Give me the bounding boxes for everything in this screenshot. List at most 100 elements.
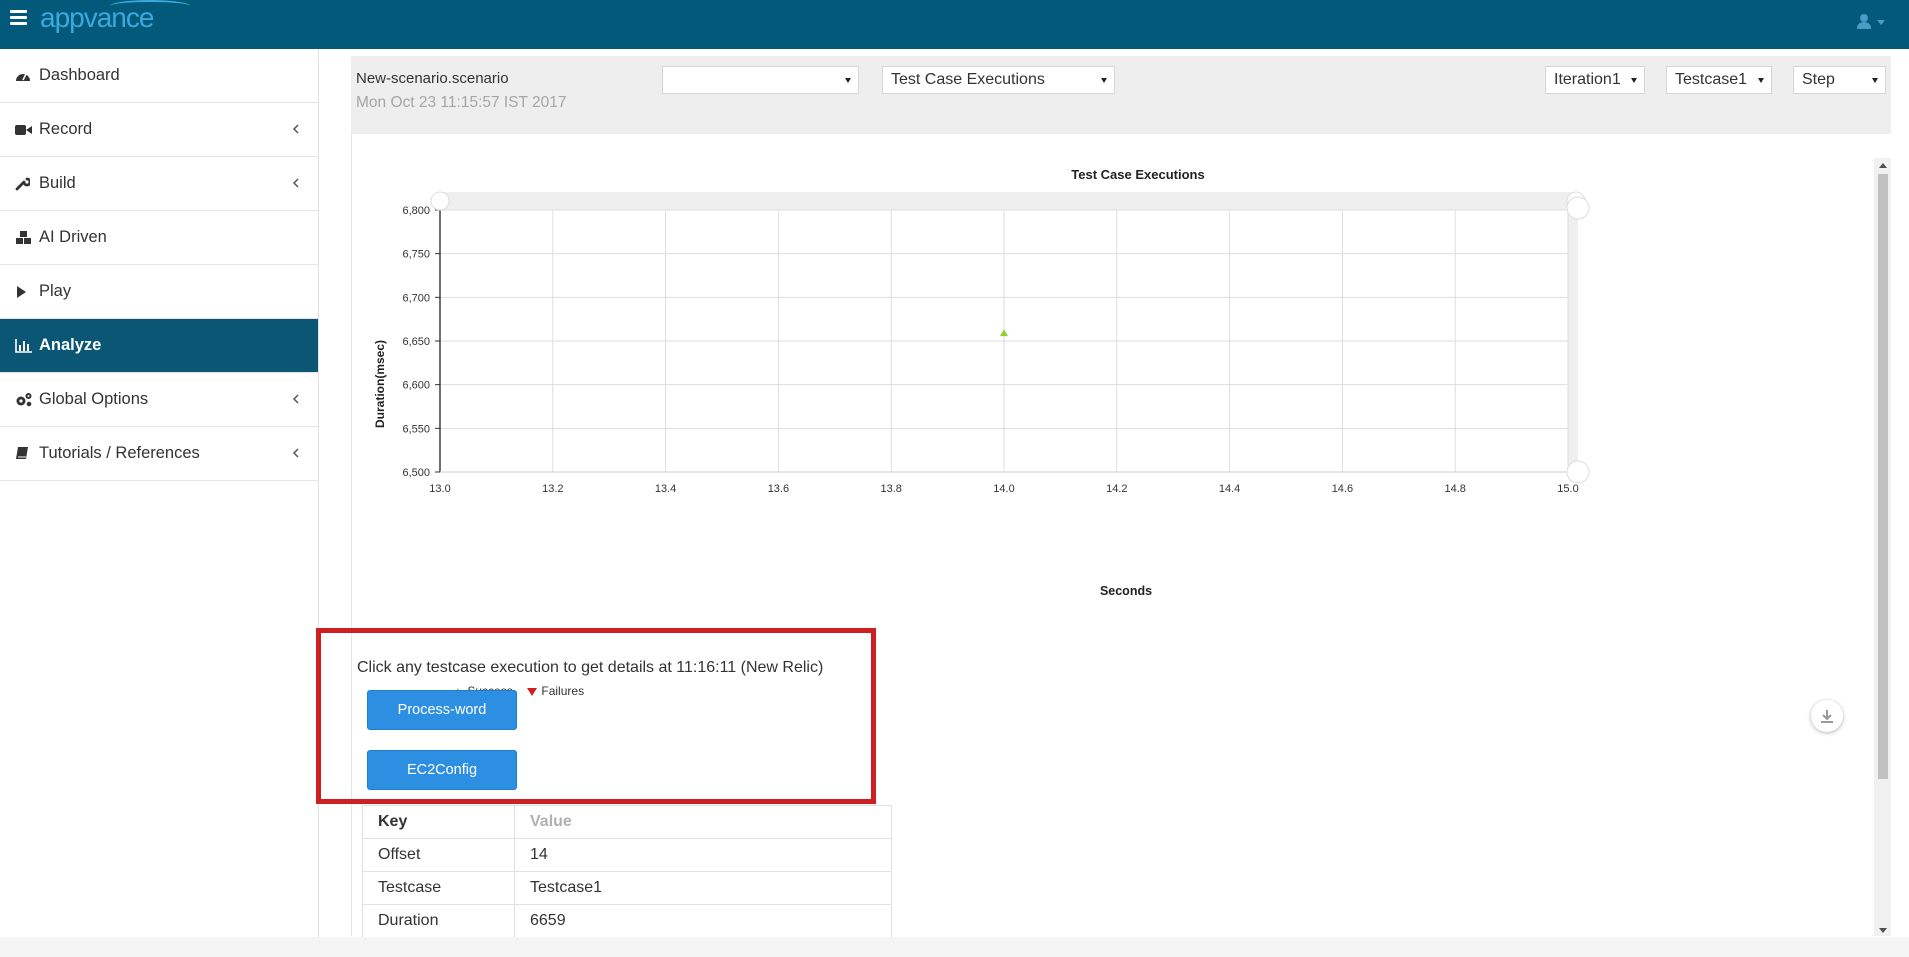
- sidebar: Dashboard Record Build AI Driven Play An…: [0, 49, 319, 937]
- table-row: Testcase Testcase1: [362, 871, 892, 905]
- select-value: Test Case Executions: [891, 71, 1045, 88]
- table-cell: Testcase: [362, 871, 515, 905]
- play-icon: [15, 284, 35, 300]
- table-cell: Duration: [362, 904, 515, 938]
- dropdown-caret-icon: [845, 78, 851, 83]
- data-point[interactable]: [1000, 329, 1008, 337]
- dropdown-caret-icon: [1758, 78, 1764, 83]
- table-header: Key: [362, 805, 515, 839]
- highlight-box: [316, 628, 876, 804]
- cubes-icon: [15, 230, 35, 246]
- table-row: Duration 6659: [362, 904, 892, 938]
- step-select[interactable]: Step: [1793, 66, 1886, 94]
- x-tick-label: 13.0: [429, 483, 450, 495]
- report-type-select[interactable]: Test Case Executions: [882, 66, 1115, 94]
- sidebar-item-label: Dashboard: [39, 66, 120, 84]
- x-tick-label: 14.2: [1106, 483, 1127, 495]
- y-tick-label: 6,650: [402, 336, 430, 348]
- zoom-handle-bottom: [1566, 460, 1590, 484]
- table-cell: 6659: [514, 904, 892, 938]
- download-icon: [1821, 710, 1833, 723]
- x-tick-label: 13.4: [655, 483, 676, 495]
- table-cell: Testcase1: [514, 871, 892, 905]
- bar-chart-icon: [15, 338, 35, 354]
- sidebar-item-label: Build: [39, 174, 76, 192]
- sidebar-item-record[interactable]: Record: [0, 103, 318, 157]
- sidebar-item-play[interactable]: Play: [0, 265, 318, 319]
- hamburger-menu-icon[interactable]: [10, 10, 27, 25]
- vertical-scrollbar[interactable]: [1874, 158, 1891, 936]
- details-table: Key Value Offset 14 Testcase Testcase1 D…: [362, 805, 892, 938]
- table-cell: Offset: [362, 838, 515, 872]
- x-axis-label: Seconds: [1100, 584, 1152, 598]
- x-tick-label: 14.4: [1219, 483, 1240, 495]
- chevron-left-icon: [292, 394, 299, 404]
- chevron-left-icon: [292, 178, 299, 188]
- sidebar-item-dashboard[interactable]: Dashboard: [0, 49, 318, 103]
- x-tick-label: 14.0: [993, 483, 1014, 495]
- range-navigator: [440, 192, 1568, 210]
- sidebar-item-build[interactable]: Build: [0, 157, 318, 211]
- table-row: Offset 14: [362, 838, 892, 872]
- range-handle-left: [430, 191, 450, 211]
- dropdown-caret-icon: [1631, 78, 1637, 83]
- sidebar-item-label: Analyze: [39, 336, 102, 354]
- scenario-date: Mon Oct 23 11:15:57 IST 2017: [356, 94, 567, 111]
- y-axis-label: Duration(msec): [373, 340, 387, 428]
- chart-title: Test Case Executions: [1071, 167, 1204, 182]
- main-content: New-scenario.scenario Mon Oct 23 11:15:5…: [351, 56, 1891, 936]
- sidebar-item-label: Global Options: [39, 390, 149, 408]
- dropdown-caret-icon: [1101, 78, 1107, 83]
- table-header-row: Key Value: [362, 805, 892, 839]
- select-value: Step: [1802, 71, 1835, 88]
- zoom-handle-top: [1566, 196, 1590, 220]
- sidebar-item-tutorials[interactable]: Tutorials / References: [0, 427, 318, 481]
- x-tick-label: 14.6: [1332, 483, 1353, 495]
- scroll-up-icon[interactable]: [1879, 163, 1887, 168]
- x-tick-label: 15.0: [1557, 483, 1578, 495]
- dashboard-icon: [15, 68, 35, 84]
- scenario-name: New-scenario.scenario: [356, 70, 509, 87]
- table-cell: 14: [514, 838, 892, 872]
- sidebar-item-analyze[interactable]: Analyze: [0, 319, 318, 373]
- sidebar-item-global-options[interactable]: Global Options: [0, 373, 318, 427]
- sidebar-item-label: Tutorials / References: [39, 444, 200, 462]
- sidebar-item-ai-driven[interactable]: AI Driven: [0, 211, 318, 265]
- chevron-left-icon: [292, 448, 299, 458]
- scatter-chart[interactable]: Test Case Executions Duration(msec) Seco…: [352, 134, 1872, 614]
- iteration-select[interactable]: Iteration1: [1545, 66, 1645, 94]
- x-tick-label: 13.2: [542, 483, 563, 495]
- user-icon: [1857, 14, 1885, 29]
- sidebar-item-label: Play: [39, 282, 72, 300]
- wrench-icon: [15, 176, 35, 192]
- table-header: Value: [514, 805, 892, 839]
- y-tick-label: 6,500: [402, 467, 430, 479]
- side-navigator: [1568, 192, 1578, 472]
- empty-select[interactable]: [662, 66, 859, 94]
- y-tick-label: 6,800: [402, 205, 430, 217]
- sidebar-item-label: Record: [39, 120, 93, 138]
- user-menu-button[interactable]: [1855, 12, 1889, 32]
- chevron-left-icon: [292, 124, 299, 134]
- video-camera-icon: [15, 122, 35, 138]
- book-icon: [15, 446, 35, 462]
- y-tick-label: 6,700: [402, 292, 430, 304]
- analysis-toolbar: New-scenario.scenario Mon Oct 23 11:15:5…: [351, 56, 1891, 134]
- x-tick-label: 13.6: [768, 483, 789, 495]
- app-logo[interactable]: appvance: [40, 0, 190, 34]
- dropdown-caret-icon: [1872, 78, 1878, 83]
- sidebar-item-label: AI Driven: [39, 228, 107, 246]
- scrollbar-thumb[interactable]: [1878, 174, 1888, 779]
- select-value: Iteration1: [1554, 71, 1621, 88]
- scroll-down-icon[interactable]: [1879, 928, 1887, 933]
- x-tick-label: 13.8: [880, 483, 901, 495]
- y-tick-label: 6,550: [402, 423, 430, 435]
- page-footer-strip: [0, 937, 1909, 957]
- y-tick-label: 6,600: [402, 380, 430, 392]
- gears-icon: [15, 392, 35, 408]
- y-tick-label: 6,750: [402, 249, 430, 261]
- download-chart-button[interactable]: [1811, 700, 1843, 732]
- testcase-select[interactable]: Testcase1: [1666, 66, 1772, 94]
- x-tick-label: 14.8: [1444, 483, 1465, 495]
- select-value: Testcase1: [1675, 71, 1748, 88]
